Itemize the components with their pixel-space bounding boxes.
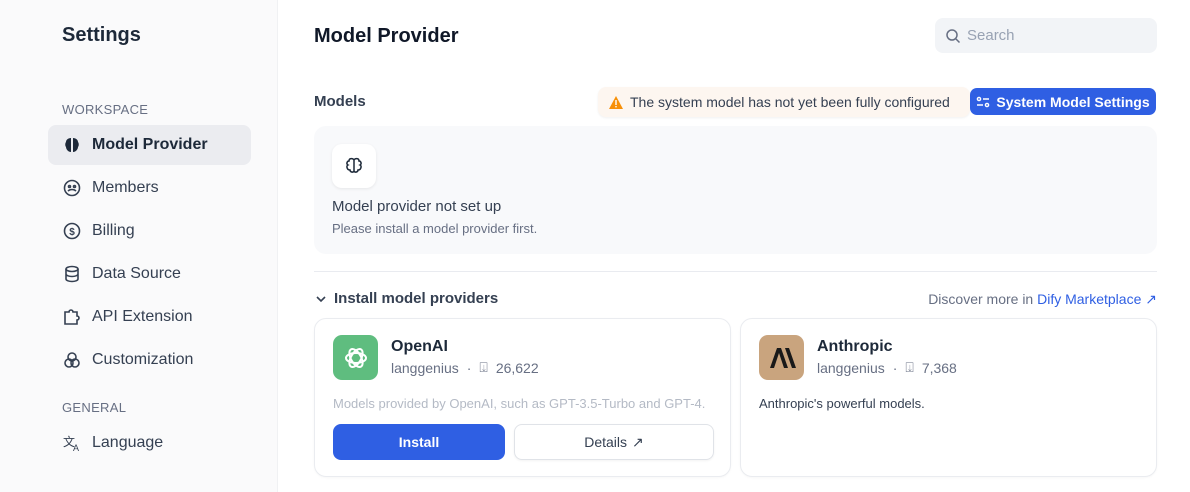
arrow-up-right-icon: ↗ [632, 433, 644, 450]
marketplace-label: Dify Marketplace [1037, 291, 1142, 307]
brain-outline-icon [332, 144, 376, 188]
sidebar-item-label: Billing [92, 222, 135, 239]
sidebar-item-language[interactable]: 文A Language [48, 423, 251, 463]
provider-description: Anthropic's powerful models. [759, 396, 925, 411]
arrow-up-right-icon: ↗ [1145, 291, 1157, 307]
anthropic-logo-icon [759, 335, 804, 380]
sidebar-item-label: Customization [92, 351, 194, 368]
details-button[interactable]: Details ↗ [514, 424, 714, 460]
empty-subtitle: Please install a model provider first. [332, 221, 538, 236]
separator-dot: · [892, 359, 898, 376]
general-section-label: GENERAL [62, 400, 127, 415]
download-icon: ⍗ [905, 359, 914, 375]
settings-sliders-icon [977, 96, 990, 107]
sidebar-item-label: Model Provider [92, 136, 208, 153]
database-icon [65, 265, 79, 283]
provider-meta: langgenius · ⍗ 26,622 [391, 359, 539, 376]
sidebar-item-label: API Extension [92, 308, 193, 325]
circles-icon [64, 352, 80, 368]
divider [314, 271, 1157, 272]
page-title: Model Provider [314, 25, 459, 47]
sidebar-item-data-source[interactable]: Data Source [48, 254, 251, 294]
models-heading: Models [314, 93, 366, 110]
marketplace-link[interactable]: Dify Marketplace ↗ [1037, 291, 1157, 307]
provider-card-openai[interactable]: OpenAI langgenius · ⍗ 26,622 Models provide… [314, 318, 731, 477]
system-model-settings-label: System Model Settings [996, 93, 1150, 110]
sidebar: Settings WORKSPACE Model Provider Member… [0, 0, 278, 492]
install-button[interactable]: Install [333, 424, 505, 460]
system-model-warning: The system model has not yet been fully … [598, 87, 970, 117]
openai-logo-icon [333, 335, 378, 380]
svg-text:A: A [73, 443, 79, 453]
dollar-icon: $ [63, 222, 81, 240]
install-providers-label: Install model providers [334, 290, 499, 307]
provider-name: Anthropic [817, 338, 893, 355]
discover-more: Discover more in Dify Marketplace ↗ [928, 291, 1157, 308]
discover-text: Discover more in [928, 291, 1038, 307]
provider-author: langgenius [817, 359, 885, 376]
details-label: Details [584, 434, 628, 450]
separator-dot: · [466, 359, 472, 376]
search-input[interactable]: Search [935, 18, 1157, 53]
svg-text:$: $ [69, 227, 75, 238]
download-count: 26,622 [495, 359, 539, 376]
provider-author: langgenius [391, 359, 459, 376]
translate-icon: 文A [63, 434, 79, 453]
download-count: 7,368 [921, 359, 957, 376]
provider-card-anthropic[interactable]: Anthropic langgenius · ⍗ 7,368 Anthropic's … [740, 318, 1157, 477]
brain-icon [65, 138, 79, 152]
download-icon: ⍗ [479, 359, 488, 375]
sidebar-item-label: Language [92, 434, 164, 451]
sidebar-item-model-provider[interactable]: Model Provider [48, 125, 251, 165]
warning-icon [609, 95, 623, 109]
empty-state: Model provider not set up Please install… [314, 126, 1157, 254]
members-icon [63, 179, 81, 197]
install-providers-toggle[interactable]: Install model providers [316, 290, 498, 307]
sidebar-item-members[interactable]: Members [48, 168, 251, 208]
warning-text: The system model has not yet been fully … [630, 94, 950, 110]
provider-description: Models provided by OpenAI, such as GPT-3… [333, 396, 706, 411]
sidebar-item-customization[interactable]: Customization [48, 340, 251, 380]
search-placeholder: Search [967, 27, 1015, 44]
workspace-section-label: WORKSPACE [62, 102, 149, 117]
system-model-settings-button[interactable]: System Model Settings [970, 88, 1156, 115]
provider-name: OpenAI [391, 338, 448, 355]
sidebar-item-label: Members [92, 179, 159, 196]
settings-title: Settings [62, 24, 141, 46]
provider-meta: langgenius · ⍗ 7,368 [817, 359, 957, 376]
sidebar-item-billing[interactable]: $ Billing [48, 211, 251, 251]
sidebar-item-api-extension[interactable]: API Extension [48, 297, 251, 337]
puzzle-icon [64, 309, 80, 325]
search-icon [946, 28, 961, 43]
sidebar-item-label: Data Source [92, 265, 181, 282]
empty-title: Model provider not set up [332, 198, 502, 215]
chevron-down-icon [316, 295, 326, 302]
